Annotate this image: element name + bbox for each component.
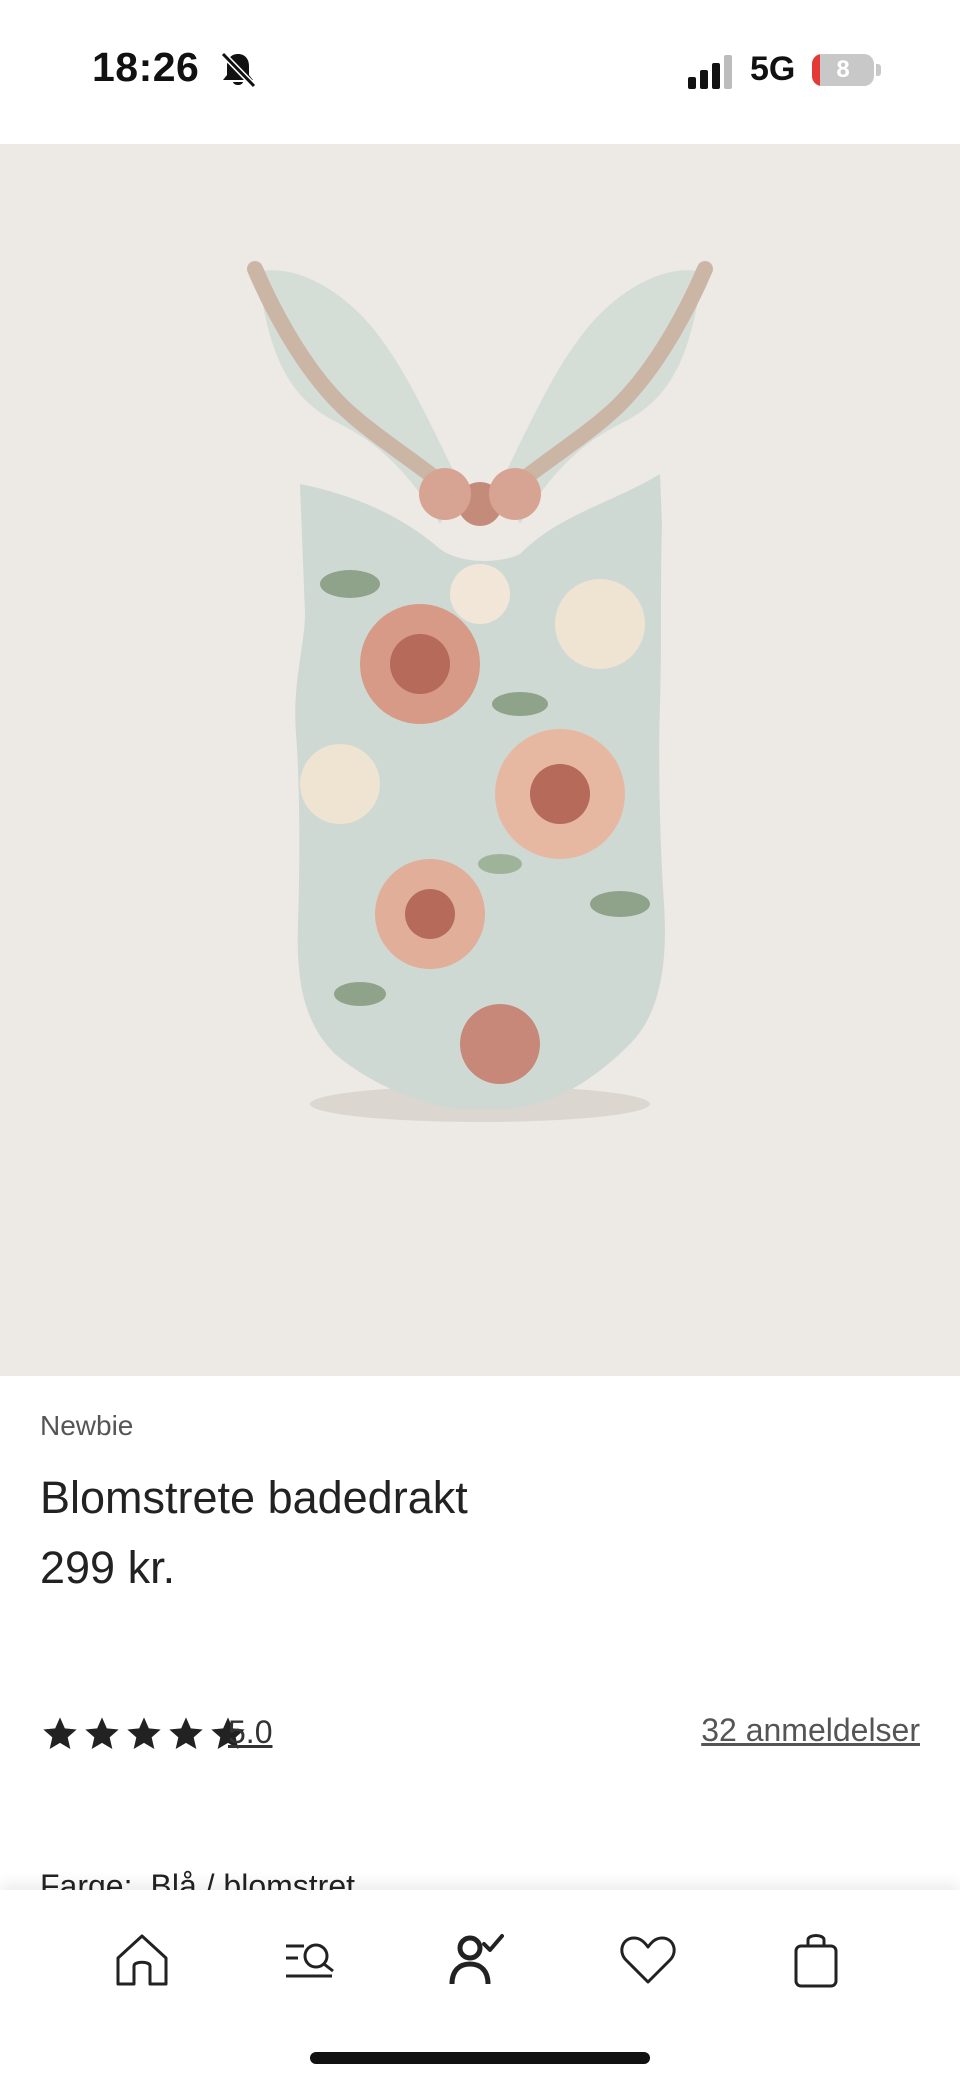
nav-account[interactable]: [446, 1928, 510, 1992]
status-time: 18:26: [92, 44, 200, 90]
product-brand[interactable]: Newbie: [40, 1410, 133, 1442]
star-icon: [169, 1717, 203, 1749]
nav-cart[interactable]: [784, 1928, 848, 1992]
rating-value[interactable]: 5.0: [228, 1714, 272, 1751]
battery-tip: [876, 64, 881, 76]
network-label: 5G: [750, 50, 796, 88]
star-icon: [43, 1717, 77, 1749]
home-indicator[interactable]: [310, 2052, 650, 2064]
bell-slash-icon: [220, 51, 257, 89]
heart-icon: [620, 1936, 676, 1984]
battery-icon: 8: [812, 54, 874, 86]
nav-home[interactable]: [110, 1928, 174, 1992]
status-bar: 18:26 5G 8: [0, 0, 960, 144]
product-image[interactable]: [0, 144, 960, 1376]
search-menu-icon: [286, 1943, 334, 1978]
swimsuit-illustration: [247, 261, 713, 1122]
user-check-icon: [449, 1934, 504, 1985]
product-title: Blomstrete badedrakt: [40, 1472, 468, 1523]
bag-icon: [794, 1934, 838, 1988]
product-price: 299 kr.: [40, 1542, 176, 1593]
star-icon: [85, 1717, 119, 1749]
signal-icon: [688, 55, 732, 89]
nav-search[interactable]: [278, 1928, 342, 1992]
reviews-link[interactable]: 32 anmeldelser: [701, 1712, 920, 1749]
home-icon: [116, 1934, 168, 1986]
star-icon: [127, 1717, 161, 1749]
nav-favorites[interactable]: [616, 1928, 680, 1992]
battery-level: 8: [836, 56, 850, 83]
